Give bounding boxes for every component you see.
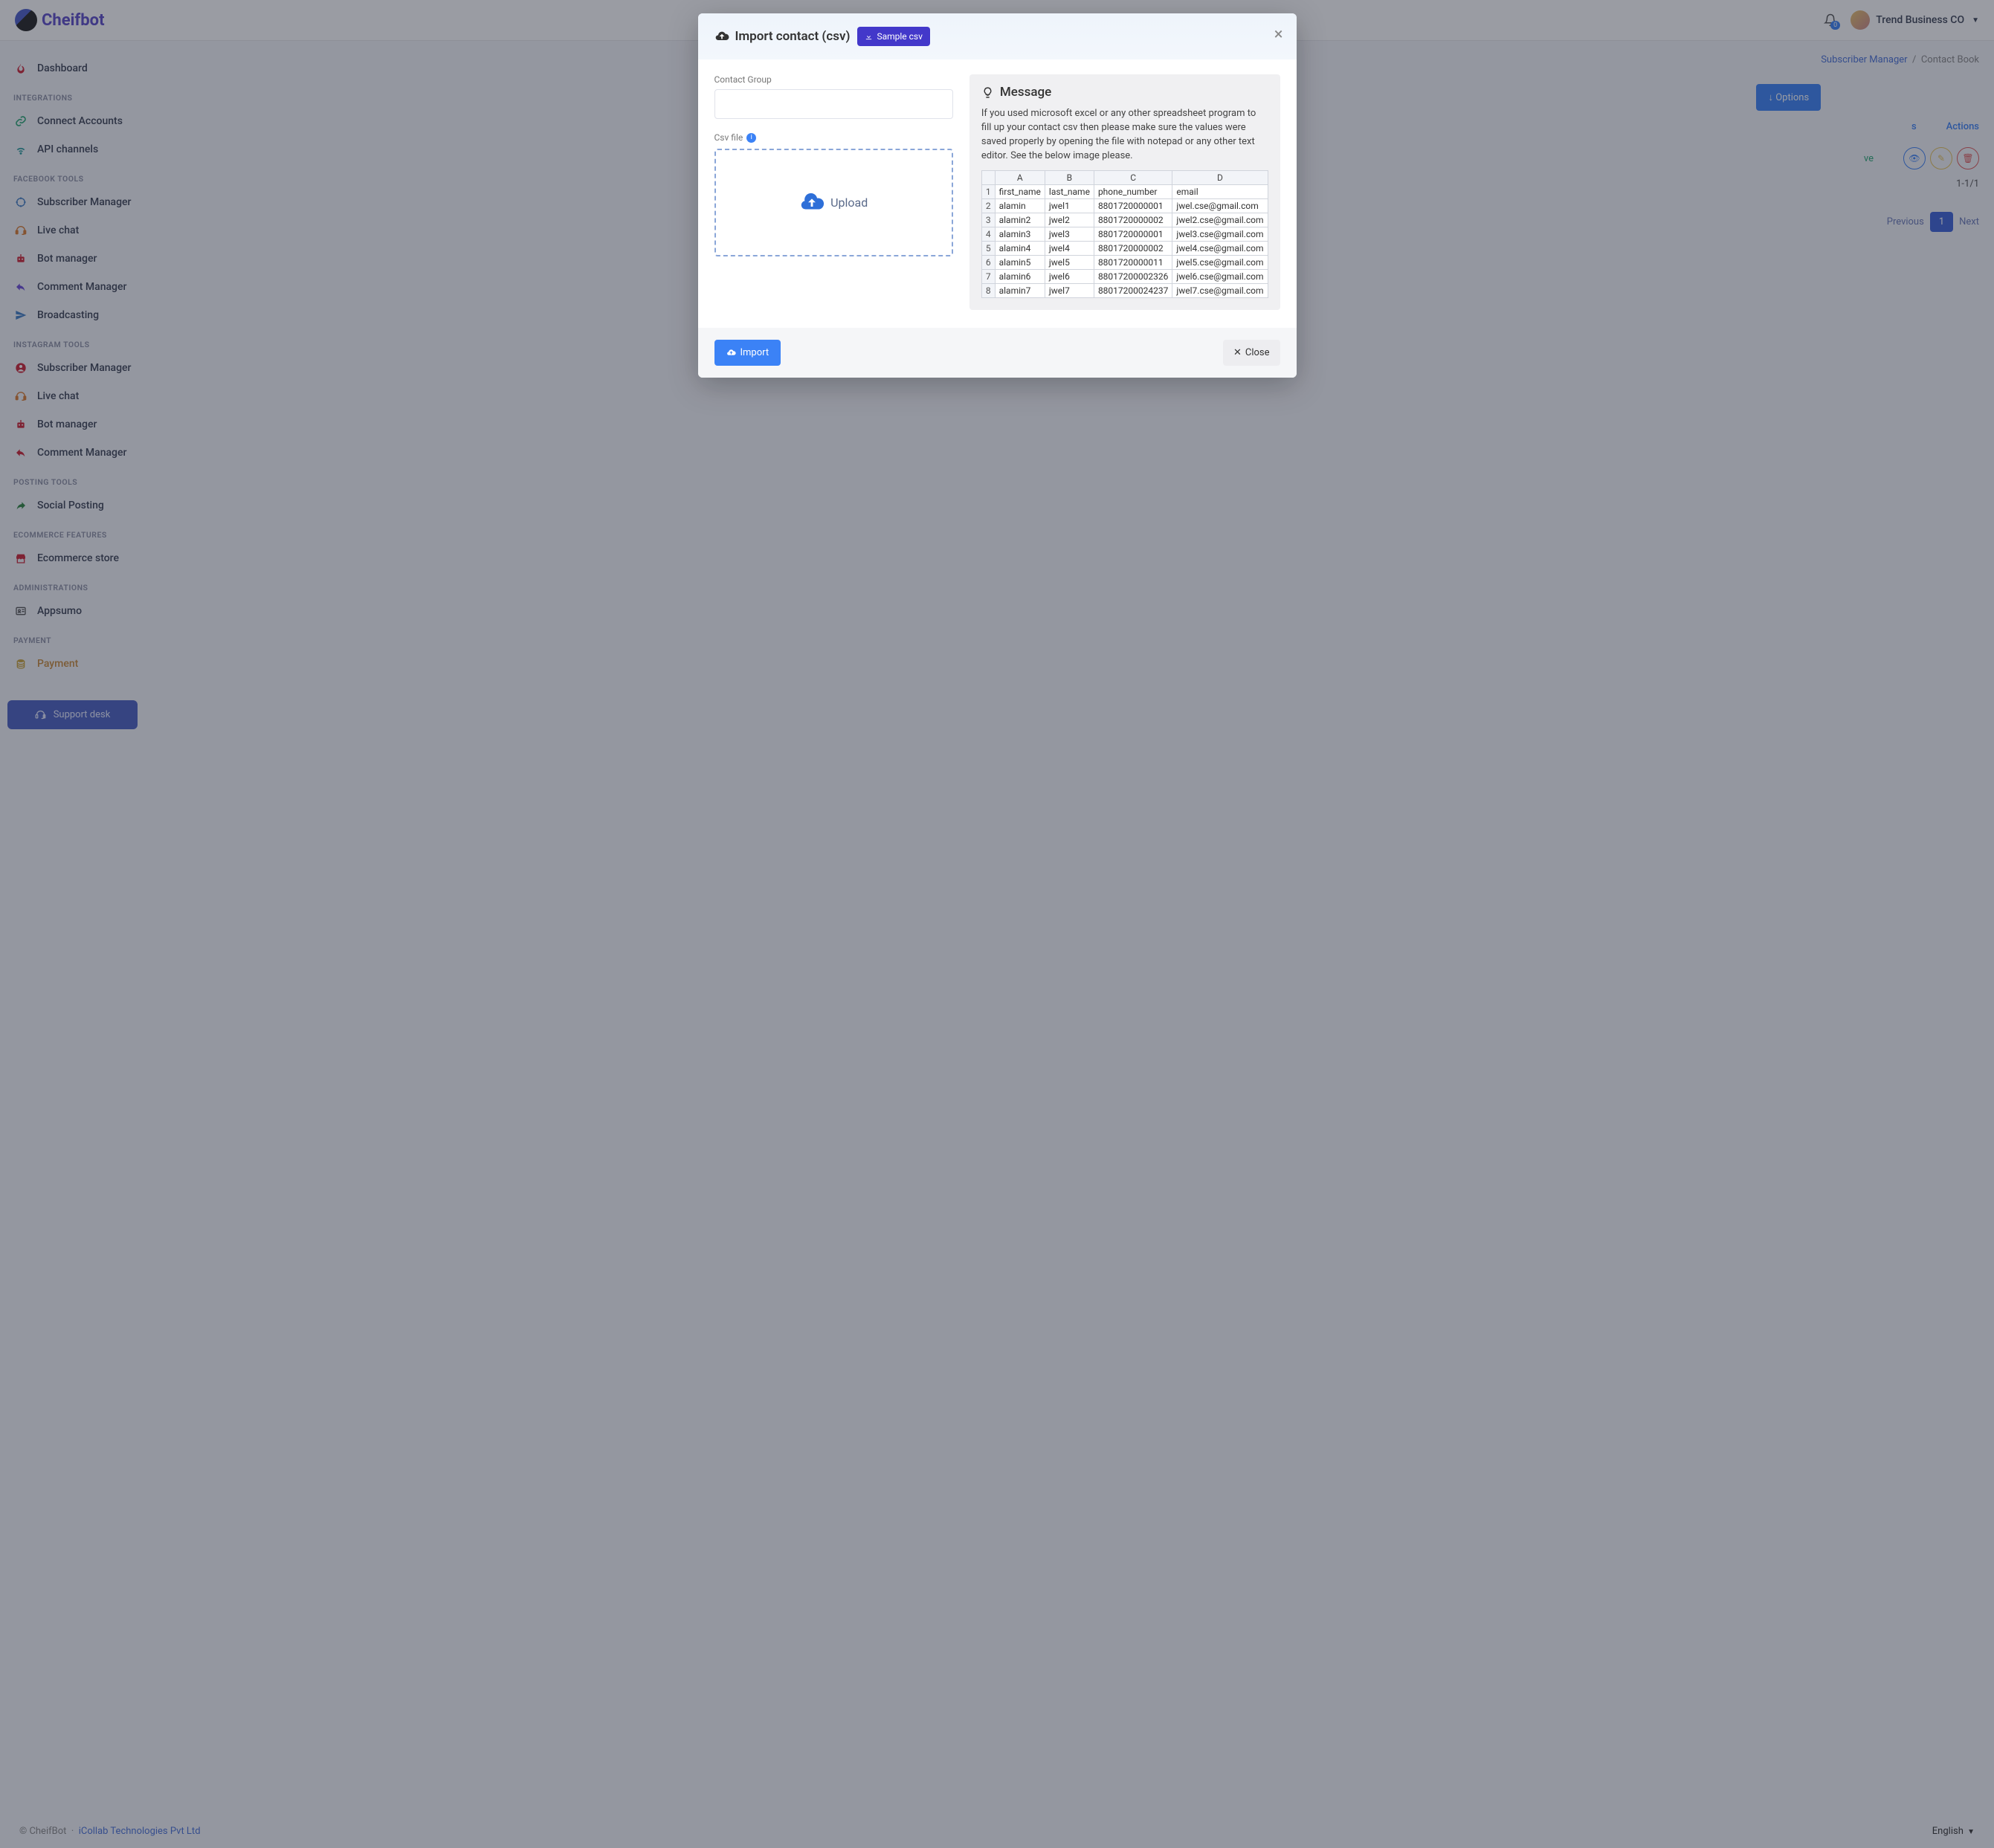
ss-cell: 8801720000001 [1094,227,1172,242]
sample-spreadsheet: ABCD 1first_namelast_namephone_numberema… [981,170,1268,298]
ss-cell: jwel2.cse@gmail.com [1172,213,1268,227]
ss-col: D [1172,171,1268,185]
modal-overlay: Import contact (csv) Sample csv × Contac… [0,0,1994,1848]
ss-cell: alamin5 [995,256,1045,270]
ss-cell: jwel6 [1045,270,1094,284]
ss-cell: alamin3 [995,227,1045,242]
ss-cell: 8801720000002 [1094,213,1172,227]
cloud-upload-icon [799,190,825,216]
ss-cell: jwel3 [1045,227,1094,242]
cloud-upload-icon [714,29,729,44]
ss-cell: jwel6.cse@gmail.com [1172,270,1268,284]
ss-cell: 8801720000001 [1094,199,1172,213]
ss-cell: jwel1 [1045,199,1094,213]
sample-csv-button[interactable]: Sample csv [857,27,929,46]
modal-title: Import contact (csv) [735,29,851,44]
ss-cell: 88017200002326 [1094,270,1172,284]
import-contact-modal: Import contact (csv) Sample csv × Contac… [698,13,1297,378]
ss-cell: alamin [995,199,1045,213]
ss-cell: alamin6 [995,270,1045,284]
ss-cell: jwel5.cse@gmail.com [1172,256,1268,270]
close-label: Close [1245,347,1270,358]
ss-cell: alamin4 [995,242,1045,256]
ss-cell: jwel7.cse@gmail.com [1172,284,1268,298]
ss-cell: jwel5 [1045,256,1094,270]
ss-cell: jwel.cse@gmail.com [1172,199,1268,213]
close-icon[interactable]: × [1274,25,1283,44]
contact-group-input[interactable] [714,89,953,119]
upload-label: Upload [830,196,868,210]
download-icon [865,33,873,41]
contact-group-label: Contact Group [714,74,953,85]
ss-cell: 8801720000011 [1094,256,1172,270]
ss-col: B [1045,171,1094,185]
close-button[interactable]: ✕ Close [1223,340,1280,366]
sample-csv-label: Sample csv [877,31,922,42]
ss-cell: jwel3.cse@gmail.com [1172,227,1268,242]
ss-cell: jwel7 [1045,284,1094,298]
lightbulb-icon [981,86,994,99]
csv-file-label: Csv file [714,132,743,143]
ss-cell: alamin2 [995,213,1045,227]
close-icon: ✕ [1233,347,1242,358]
ss-header-cell: phone_number [1094,185,1172,199]
ss-cell: 88017200024237 [1094,284,1172,298]
ss-cell: alamin7 [995,284,1045,298]
upload-dropzone[interactable]: Upload [714,149,953,256]
ss-header-cell: email [1172,185,1268,199]
ss-header-cell: last_name [1045,185,1094,199]
message-body: If you used microsoft excel or any other… [981,107,1268,163]
info-icon[interactable]: i [746,133,756,143]
cloud-upload-icon [726,348,736,358]
message-title: Message [1000,85,1051,100]
import-button[interactable]: Import [714,340,781,366]
ss-col: A [995,171,1045,185]
ss-cell: 8801720000002 [1094,242,1172,256]
ss-cell: jwel4 [1045,242,1094,256]
ss-col: C [1094,171,1172,185]
ss-header-cell: first_name [995,185,1045,199]
import-label: Import [741,347,769,358]
ss-cell: jwel4.cse@gmail.com [1172,242,1268,256]
modal-header: Import contact (csv) Sample csv × [698,13,1297,59]
ss-cell: jwel2 [1045,213,1094,227]
